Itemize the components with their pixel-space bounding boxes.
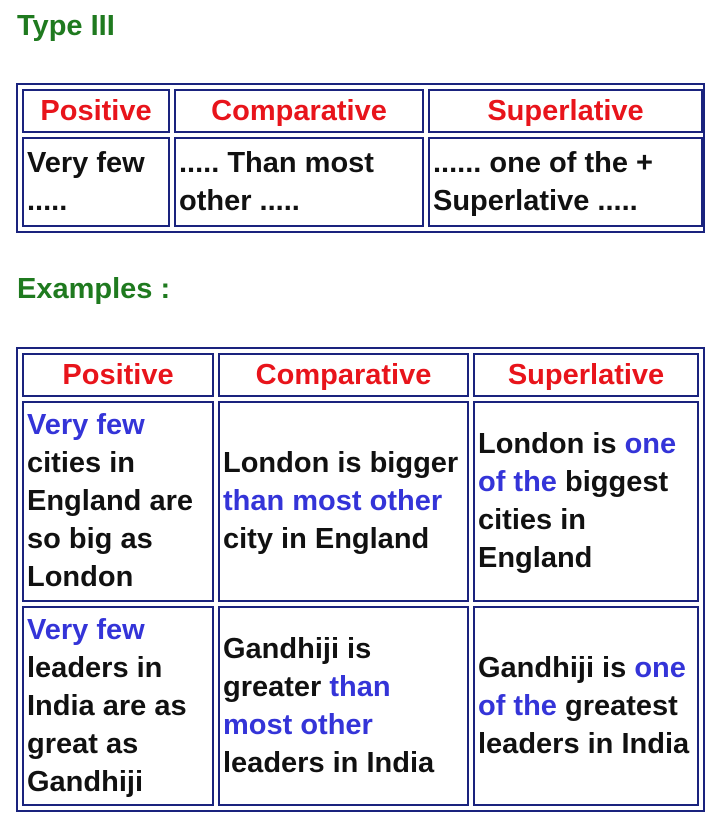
pattern-header-comparative: Comparative	[174, 89, 424, 133]
example-text: city in England	[223, 523, 430, 556]
examples-table: Positive Comparative Superlative Very fe…	[16, 347, 705, 812]
example-text: London is	[478, 428, 625, 461]
example-1-comparative: London is bigger than most other city in…	[218, 401, 469, 602]
pattern-header-positive: Positive	[22, 89, 170, 133]
example-text: cities in England are so big as London	[27, 447, 193, 594]
example-1-positive: Very few cities in England are so big as…	[22, 401, 214, 602]
highlight-text: Very few	[27, 613, 145, 646]
examples-header-superlative: Superlative	[473, 353, 699, 397]
example-2-positive: Very few leaders in India are as great a…	[22, 605, 214, 806]
example-2-comparative: Gandhiji is greater than most other lead…	[218, 605, 469, 806]
pattern-cell-superlative: ...... one of the + Superlative .....	[428, 137, 703, 227]
examples-header-positive: Positive	[22, 353, 214, 397]
example-text: leaders in India	[223, 746, 435, 779]
table-row: Very few leaders in India are as great a…	[22, 605, 699, 806]
example-text: leaders in India are as great as Gandhij…	[27, 651, 187, 798]
type-heading: Type III	[17, 10, 115, 42]
pattern-header-superlative: Superlative	[428, 89, 703, 133]
highlight-text: Very few	[27, 409, 145, 442]
highlight-text: than most other	[223, 485, 443, 518]
example-text: Gandhiji is	[478, 651, 635, 684]
examples-heading: Examples :	[17, 273, 171, 305]
example-1-superlative: London is one of the biggest cities in E…	[473, 401, 699, 602]
example-2-superlative: Gandhiji is one of the greatest leaders …	[473, 605, 699, 806]
pattern-cell-positive: Very few .....	[22, 137, 170, 227]
table-row: Very few cities in England are so big as…	[22, 401, 699, 602]
pattern-table: Positive Comparative Superlative Very fe…	[16, 83, 705, 233]
examples-header-comparative: Comparative	[218, 353, 469, 397]
pattern-cell-comparative: ..... Than most other .....	[174, 137, 424, 227]
example-text: London is bigger	[223, 447, 459, 480]
